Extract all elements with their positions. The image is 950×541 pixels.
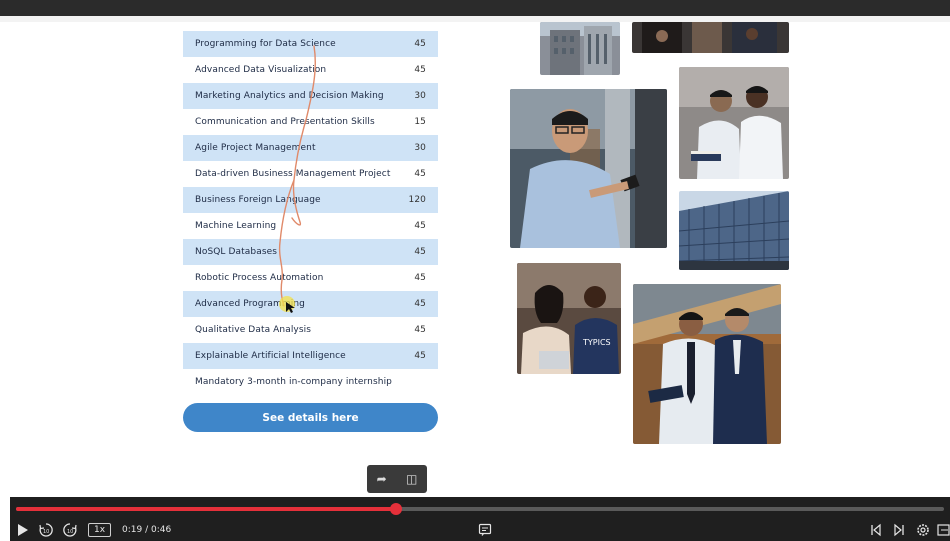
course-hours: 120: [408, 195, 426, 205]
course-hours: 45: [414, 273, 426, 283]
course-hours: 45: [414, 221, 426, 231]
course-name: Marketing Analytics and Decision Making: [195, 91, 384, 101]
course-row: Robotic Process Automation 45: [183, 265, 438, 291]
course-row: Marketing Analytics and Decision Making 3…: [183, 83, 438, 109]
course-hours: 45: [414, 299, 426, 309]
note-icon[interactable]: ◫: [406, 472, 417, 486]
course-hours: 45: [414, 169, 426, 179]
course-table: Programming for Data Science 45 Advanced D…: [183, 31, 438, 395]
settings-icon[interactable]: [915, 522, 931, 538]
transcript-icon[interactable]: [478, 523, 492, 537]
play-icon[interactable]: [16, 523, 30, 537]
photo-students-laptop: TYPICS: [517, 263, 621, 374]
fullscreen-icon[interactable]: [937, 523, 950, 537]
photo-two-men-reading: [679, 67, 789, 179]
photo-two-men-suits: [633, 284, 781, 444]
course-name: Qualitative Data Analysis: [195, 325, 312, 335]
course-row: Qualitative Data Analysis 45: [183, 317, 438, 343]
course-name: Communication and Presentation Skills: [195, 117, 375, 127]
course-name: Advanced Data Visualization: [195, 65, 327, 75]
photo-glass-building: [679, 191, 789, 270]
course-hours: 45: [414, 39, 426, 49]
course-row: Mandatory 3-month in-company internship: [183, 369, 438, 395]
course-row: Explainable Artificial Intelligence 45: [183, 343, 438, 369]
course-row: Agile Project Management 30: [183, 135, 438, 161]
photo-building-top: [540, 22, 620, 75]
time-display: 0:19 / 0:46: [122, 525, 172, 535]
video-control-bar: 10 10 1x 0:19 / 0:46: [10, 497, 950, 541]
course-hours: 45: [414, 65, 426, 75]
top-strip: [0, 0, 950, 16]
svg-text:TYPICS: TYPICS: [582, 338, 611, 347]
course-name: Data-driven Business Management Project: [195, 169, 391, 179]
svg-text:10: 10: [67, 529, 73, 535]
photo-people-top: [632, 22, 789, 53]
course-name: NoSQL Databases: [195, 247, 278, 257]
progress-track[interactable]: [16, 503, 944, 515]
course-row: Business Foreign Language 120: [183, 187, 438, 213]
pen-annotation: [278, 45, 316, 313]
course-name: Explainable Artificial Intelligence: [195, 351, 346, 361]
course-name: Robotic Process Automation: [195, 273, 324, 283]
course-hours: 45: [414, 325, 426, 335]
course-row: Machine Learning 45: [183, 213, 438, 239]
svg-text:10: 10: [43, 529, 49, 535]
course-row: Data-driven Business Management Project 4…: [183, 161, 438, 187]
floating-toolbar: ➦ ◫: [367, 465, 427, 493]
course-hours: 45: [414, 247, 426, 257]
progress-knob[interactable]: [390, 503, 403, 515]
speed-control[interactable]: 1x: [88, 523, 112, 537]
progress-fill: [16, 507, 397, 511]
course-hours: 30: [414, 143, 426, 153]
rewind-10-icon[interactable]: 10: [38, 522, 54, 538]
course-hours: 45: [414, 351, 426, 361]
forward-10-icon[interactable]: 10: [62, 522, 78, 538]
course-name: Machine Learning: [195, 221, 277, 231]
previous-icon[interactable]: [870, 523, 882, 537]
course-name: Agile Project Management: [195, 143, 316, 153]
course-name: Mandatory 3-month in-company internship: [195, 377, 392, 387]
course-name: Advanced Programming: [195, 299, 305, 309]
course-name: Programming for Data Science: [195, 39, 336, 49]
top-strip-gap: [0, 16, 950, 22]
course-row: Programming for Data Science 45: [183, 31, 438, 57]
photo-student-tablet: [510, 89, 667, 248]
share-icon[interactable]: ➦: [377, 472, 387, 486]
speed-label: 1x: [88, 523, 112, 537]
course-row: NoSQL Databases 45: [183, 239, 438, 265]
course-row: Advanced Data Visualization 45: [183, 57, 438, 83]
course-hours: 30: [414, 91, 426, 101]
course-hours: 15: [414, 117, 426, 127]
next-icon[interactable]: [893, 523, 905, 537]
course-row: Advanced Programming 45: [183, 291, 438, 317]
course-name: Business Foreign Language: [195, 195, 321, 205]
see-details-button[interactable]: See details here: [183, 403, 438, 432]
course-row: Communication and Presentation Skills 15: [183, 109, 438, 135]
